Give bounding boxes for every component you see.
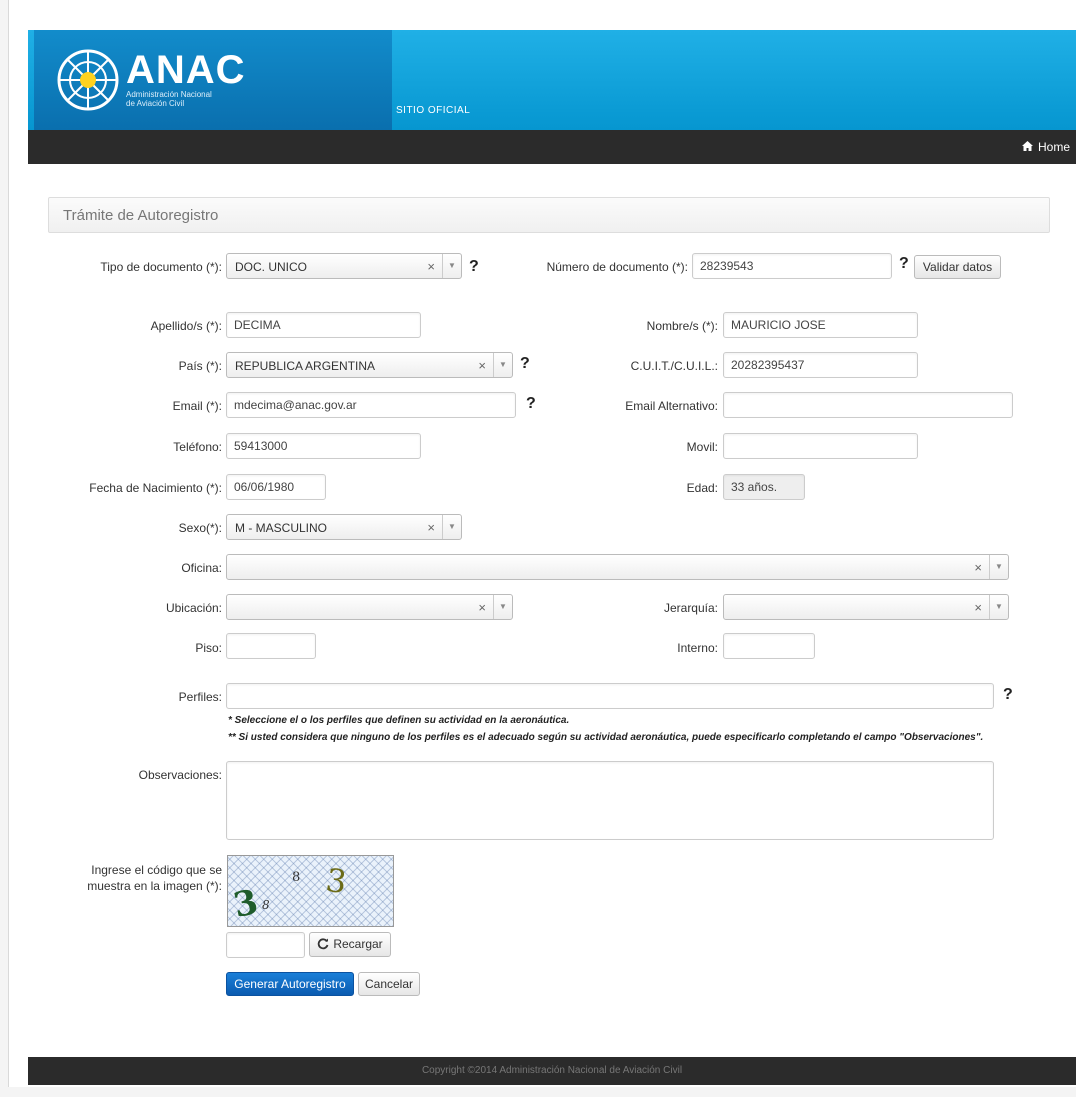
clear-icon[interactable]: ×: [974, 600, 982, 615]
site-label: SITIO OFICIAL: [396, 105, 471, 116]
panel-title: Trámite de Autoregistro: [48, 197, 1050, 233]
email-input[interactable]: [226, 392, 516, 418]
oficina-select[interactable]: × ▼: [226, 554, 1009, 580]
recargar-button[interactable]: Recargar: [309, 932, 391, 957]
captcha-label: Ingrese el código que se muestra en la i…: [40, 862, 222, 894]
chevron-down-icon[interactable]: ▼: [493, 353, 512, 377]
help-icon[interactable]: ?: [469, 258, 479, 276]
brand-subtitle-line-2: de Aviación Civil: [126, 99, 185, 108]
pais-label: País (*):: [178, 359, 222, 373]
pais-value: REPUBLICA ARGENTINA: [235, 359, 376, 373]
ubicacion-label: Ubicación:: [165, 601, 222, 615]
perfiles-note-2: ** Si usted considera que ninguno de los…: [228, 732, 984, 743]
clear-icon[interactable]: ×: [427, 259, 435, 274]
apellidos-label: Apellido/s (*):: [150, 319, 222, 333]
generar-autoregistro-button[interactable]: Generar Autoregistro: [226, 972, 354, 996]
nombres-input[interactable]: [723, 312, 918, 338]
perfiles-input[interactable]: [226, 683, 994, 709]
clear-icon[interactable]: ×: [478, 358, 486, 373]
jerarquia-label: Jerarquía:: [663, 601, 718, 615]
sexo-select[interactable]: M - MASCULINO × ▼: [226, 514, 462, 540]
numero-documento-input[interactable]: [692, 253, 892, 279]
piso-input[interactable]: [226, 633, 316, 659]
chevron-down-icon[interactable]: ▼: [442, 254, 461, 278]
chevron-down-icon[interactable]: ▼: [989, 595, 1008, 619]
recargar-label: Recargar: [333, 937, 383, 951]
chevron-down-icon[interactable]: ▼: [442, 515, 461, 539]
site-footer: Copyright ©2014 Administración Nacional …: [28, 1057, 1076, 1085]
piso-label: Piso:: [195, 641, 222, 655]
observaciones-label: Observaciones:: [138, 768, 222, 782]
email-alternativo-label: Email Alternativo:: [625, 399, 718, 413]
tipo-documento-label: Tipo de documento (*):: [100, 260, 222, 274]
perfiles-note-1: * Seleccione el o los perfiles que defin…: [228, 715, 570, 726]
tipo-documento-select[interactable]: DOC. UNICO × ▼: [226, 253, 462, 279]
captcha-label-line-2: muestra en la imagen (*):: [87, 879, 222, 893]
nombres-label: Nombre/s (*):: [646, 319, 718, 333]
clear-icon[interactable]: ×: [478, 600, 486, 615]
brand-name: ANAC: [126, 48, 246, 92]
home-link[interactable]: Home: [1021, 140, 1070, 154]
logo-block[interactable]: ANAC Administración Nacional de Aviación…: [34, 30, 392, 130]
captcha-char: 8: [262, 898, 270, 912]
captcha-char: 3: [323, 860, 349, 902]
chevron-down-icon[interactable]: ▼: [493, 595, 512, 619]
ubicacion-select[interactable]: × ▼: [226, 594, 513, 620]
apellidos-input[interactable]: [226, 312, 421, 338]
edad-label: Edad:: [686, 481, 718, 495]
captcha-char: 3: [230, 881, 262, 927]
help-icon[interactable]: ?: [899, 255, 909, 273]
brand-subtitle: Administración Nacional de Aviación Civi…: [126, 90, 246, 108]
chevron-down-icon[interactable]: ▼: [989, 555, 1008, 579]
cancelar-button[interactable]: Cancelar: [358, 972, 420, 996]
home-label: Home: [1037, 140, 1070, 154]
captcha-image: 3 8 8 3: [227, 855, 394, 927]
site-header: ANAC Administración Nacional de Aviación…: [28, 30, 1076, 130]
movil-label: Movil:: [686, 440, 718, 454]
oficina-label: Oficina:: [181, 561, 222, 575]
home-icon: [1021, 140, 1033, 154]
movil-input[interactable]: [723, 433, 918, 459]
refresh-icon: [317, 935, 329, 957]
anac-logo-icon: [57, 49, 119, 111]
observaciones-textarea[interactable]: [226, 761, 994, 840]
numero-documento-label: Número de documento (*):: [546, 260, 688, 274]
clear-icon[interactable]: ×: [427, 520, 435, 535]
captcha-char: 8: [292, 870, 301, 885]
help-icon[interactable]: ?: [526, 395, 536, 413]
interno-label: Interno:: [677, 641, 718, 655]
jerarquia-select[interactable]: × ▼: [723, 594, 1009, 620]
pais-select[interactable]: REPUBLICA ARGENTINA × ▼: [226, 352, 513, 378]
sexo-label: Sexo(*):: [178, 521, 222, 535]
help-icon[interactable]: ?: [520, 355, 530, 373]
copyright-text: Copyright ©2014 Administración Nacional …: [421, 1065, 683, 1076]
brand-subtitle-line-1: Administración Nacional: [126, 90, 212, 99]
top-navbar: Home: [28, 130, 1076, 164]
help-icon[interactable]: ?: [1003, 686, 1013, 704]
captcha-label-line-1: Ingrese el código que se: [91, 863, 222, 877]
email-label: Email (*):: [172, 399, 222, 413]
cuit-input[interactable]: [723, 352, 918, 378]
email-alternativo-input[interactable]: [723, 392, 1013, 418]
edad-input: [723, 474, 805, 500]
telefono-input[interactable]: [226, 433, 421, 459]
perfiles-label: Perfiles:: [178, 690, 222, 704]
telefono-label: Teléfono:: [173, 440, 222, 454]
cuit-label: C.U.I.T./C.U.I.L.:: [630, 359, 718, 373]
window-frame-bottom: [0, 1087, 1076, 1097]
page-title: Trámite de Autoregistro: [63, 207, 219, 224]
sexo-value: M - MASCULINO: [235, 521, 328, 535]
window-frame: [0, 0, 9, 1097]
validar-datos-button[interactable]: Validar datos: [914, 255, 1001, 279]
captcha-input[interactable]: [226, 932, 305, 958]
interno-input[interactable]: [723, 633, 815, 659]
fecha-nacimiento-input[interactable]: [226, 474, 326, 500]
fecha-nacimiento-label: Fecha de Nacimiento (*):: [89, 481, 222, 495]
clear-icon[interactable]: ×: [974, 560, 982, 575]
tipo-documento-value: DOC. UNICO: [235, 260, 307, 274]
